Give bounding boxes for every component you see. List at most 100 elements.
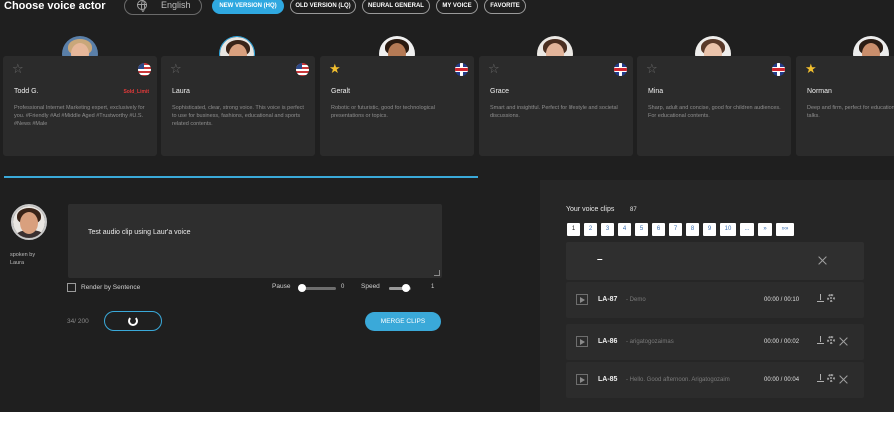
tab-my-voice[interactable]: MY VOICE	[436, 0, 478, 14]
tab-old-version[interactable]: OLD VERSION (LQ)	[290, 0, 356, 14]
uk-flag-icon	[772, 63, 785, 76]
page-4[interactable]: 4	[618, 223, 631, 236]
tab-favorite[interactable]: FAVORITE	[484, 0, 526, 14]
page-next[interactable]: »	[758, 223, 772, 236]
spoken-by-label: spoken by Laura	[10, 252, 36, 266]
voice-description: Robotic or futuristic, good for technolo…	[331, 105, 435, 119]
settings-icon[interactable]	[827, 374, 835, 382]
new-clip-status: –	[597, 254, 603, 265]
play-icon[interactable]	[576, 294, 588, 305]
page-last[interactable]: »»	[776, 223, 794, 236]
character-count: 34/ 200	[67, 318, 89, 325]
header: Choose voice actor English NEW VERSION (…	[0, 0, 894, 16]
speed-slider[interactable]	[389, 284, 411, 292]
globe-icon	[137, 0, 147, 12]
clip-id: LA-86	[598, 338, 618, 345]
clip-time: 00:00 / 00:10	[764, 297, 800, 303]
page-ellipsis[interactable]: ...	[740, 223, 754, 236]
delete-icon[interactable]	[839, 337, 848, 346]
clip-id: LA-87	[598, 296, 618, 303]
voice-card-list: ☆ Todd G. Sold_Limit Professional Intern…	[0, 56, 894, 156]
clip-id: LA-85	[598, 376, 618, 383]
clip-row[interactable]: LA-87 - Demo 00:00 / 00:10	[566, 282, 864, 318]
download-icon[interactable]	[817, 336, 824, 345]
speed-slider-handle[interactable]	[402, 284, 410, 292]
clip-row[interactable]: LA-85 - Hello. Good afternoon. Arigatogo…	[566, 362, 864, 398]
voice-name: Geralt	[331, 88, 351, 95]
page-8[interactable]: 8	[686, 223, 699, 236]
page-5[interactable]: 5	[635, 223, 648, 236]
resize-grip-icon[interactable]	[434, 270, 440, 276]
page-7[interactable]: 7	[669, 223, 682, 236]
settings-icon[interactable]	[827, 294, 835, 302]
star-filled-icon[interactable]: ★	[805, 62, 817, 75]
page-2[interactable]: 2	[584, 223, 597, 236]
voice-card-norman[interactable]: ★ Norman Deep and firm, perfect for educ…	[796, 56, 894, 156]
page-6[interactable]: 6	[652, 223, 665, 236]
us-flag-icon	[138, 63, 151, 76]
generate-button[interactable]	[104, 311, 162, 331]
language-label: English	[161, 0, 191, 10]
star-icon[interactable]: ☆	[488, 62, 500, 75]
speed-value: 1	[431, 284, 435, 290]
voice-card-mina[interactable]: ☆ Mina Sharp, adult and concise, good fo…	[637, 56, 791, 156]
voice-card-grace[interactable]: ☆ Grace Smart and insightful. Perfect fo…	[479, 56, 633, 156]
pause-slider[interactable]	[298, 284, 336, 292]
page-10[interactable]: 10	[720, 223, 736, 236]
clips-title: Your voice clips	[566, 206, 615, 213]
voice-name: Laura	[172, 88, 190, 95]
speed-label: Speed	[361, 283, 380, 290]
voice-name: Norman	[807, 88, 832, 95]
voice-description: Professional Internet Marketing expert, …	[14, 105, 145, 127]
pause-value: 0	[341, 284, 345, 290]
pause-slider-handle[interactable]	[298, 284, 306, 292]
download-icon[interactable]	[817, 374, 824, 383]
language-select[interactable]: English	[124, 0, 202, 15]
sold-limit-badge: Sold_Limit	[123, 89, 149, 95]
us-flag-icon	[296, 63, 309, 76]
uk-flag-icon	[455, 63, 468, 76]
voice-description: Deep and firm, perfect for educational t…	[807, 105, 894, 119]
play-icon[interactable]	[576, 336, 588, 347]
section-divider	[4, 176, 478, 178]
script-textarea[interactable]: Test audio clip using Laur'a voice	[68, 204, 442, 278]
voice-description: Sophisticated, clear, strong voice. This…	[172, 105, 304, 127]
voice-name: Grace	[490, 88, 510, 95]
voice-card-geralt[interactable]: ★ Geralt Robotic or futuristic, good for…	[320, 56, 474, 156]
page-9[interactable]: 9	[703, 223, 716, 236]
merge-clips-button[interactable]: MERGE CLIPS	[365, 312, 441, 331]
delete-icon[interactable]	[839, 375, 848, 384]
voice-clips-panel: Your voice clips 87 1 2 3 4 5 6 7 8 9 10…	[540, 180, 894, 412]
clip-text: - Hello. Good afternoon. Arigatogozaim	[626, 377, 730, 383]
render-by-sentence-label: Render by Sentence	[81, 284, 141, 291]
play-icon[interactable]	[576, 374, 588, 385]
clip-text: - arigatogozaimas	[626, 339, 674, 345]
clip-row[interactable]: LA-86 - arigatogozaimas 00:00 / 00:02	[566, 324, 864, 360]
star-icon[interactable]: ☆	[170, 62, 182, 75]
page-1[interactable]: 1	[567, 223, 580, 236]
page-title: Choose voice actor	[4, 0, 106, 12]
download-icon[interactable]	[817, 294, 824, 303]
voice-card-todd[interactable]: ☆ Todd G. Sold_Limit Professional Intern…	[3, 56, 157, 156]
page-3[interactable]: 3	[601, 223, 614, 236]
star-icon[interactable]: ☆	[646, 62, 658, 75]
clip-text: - Demo	[626, 297, 646, 303]
tab-new-version[interactable]: NEW VERSION (HQ)	[212, 0, 284, 14]
star-icon[interactable]: ☆	[12, 62, 24, 75]
loading-spinner-icon	[128, 316, 138, 326]
speaker-avatar	[11, 204, 47, 240]
close-icon[interactable]	[818, 256, 827, 265]
star-filled-icon[interactable]: ★	[329, 62, 341, 75]
uk-flag-icon	[614, 63, 627, 76]
new-clip-row: –	[566, 242, 864, 280]
voice-card-laura[interactable]: ☆ Laura Sophisticated, clear, strong voi…	[161, 56, 315, 156]
render-by-sentence-checkbox[interactable]	[67, 283, 76, 292]
voice-name: Mina	[648, 88, 664, 95]
settings-icon[interactable]	[827, 336, 835, 344]
voice-studio-app: Choose voice actor English NEW VERSION (…	[0, 0, 894, 412]
clips-count: 87	[630, 207, 637, 213]
pause-label: Pause	[272, 283, 291, 290]
tab-neural-general[interactable]: NEURAL GENERAL	[362, 0, 430, 14]
clip-time: 00:00 / 00:02	[764, 339, 800, 345]
voice-description: Sharp, adult and concise, good for child…	[648, 105, 781, 119]
